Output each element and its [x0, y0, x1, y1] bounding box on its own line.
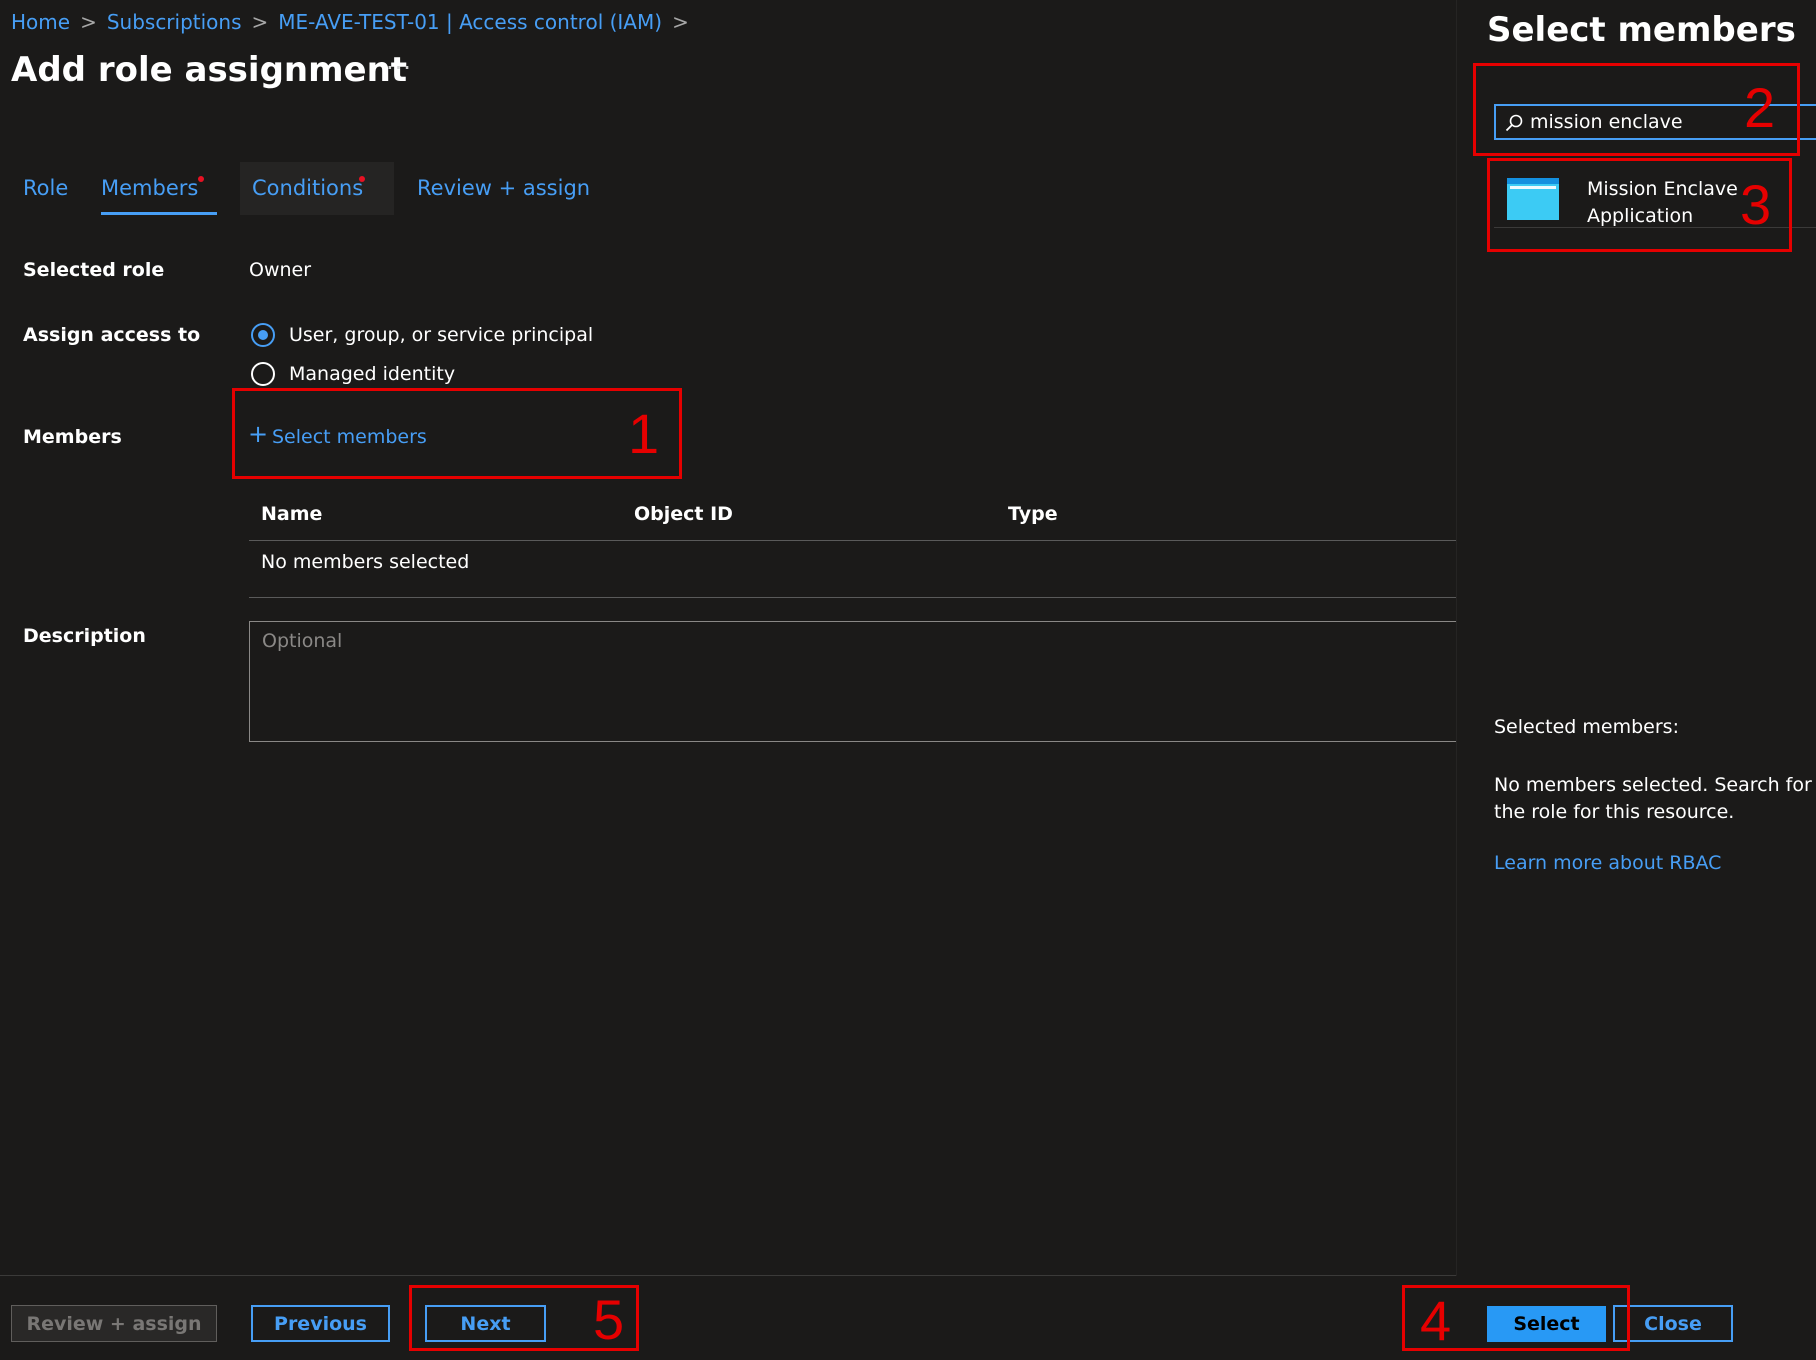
radio-user-group-sp[interactable]: [251, 323, 275, 347]
chevron-right-icon: >: [251, 10, 269, 34]
selected-role-value: Owner: [249, 259, 312, 281]
panel-title: Select members: [1487, 10, 1796, 50]
annotation-box-1: [232, 388, 682, 479]
annotation-number-2: 2: [1744, 76, 1776, 139]
selected-members-empty-line1: No members selected. Search for and: [1494, 774, 1816, 796]
tab-selected-indicator: [101, 212, 217, 215]
page-title: Add role assignment: [11, 50, 408, 90]
column-header-type: Type: [1008, 503, 1058, 525]
close-button[interactable]: Close: [1613, 1305, 1733, 1342]
tab-review-assign[interactable]: Review + assign: [417, 176, 590, 200]
tab-conditions[interactable]: Conditions: [252, 176, 363, 200]
table-bottom-divider: [249, 597, 1456, 598]
chevron-right-icon: >: [80, 10, 97, 34]
selected-members-empty: No members selected. Search for and the …: [1494, 772, 1816, 826]
breadcrumb-iam[interactable]: ME-AVE-TEST-01 | Access control (IAM): [278, 10, 662, 34]
more-options-icon[interactable]: ···: [386, 54, 412, 82]
tab-members[interactable]: Members: [101, 176, 198, 200]
radio-label-user-group-sp[interactable]: User, group, or service principal: [289, 324, 593, 346]
annotation-number-5: 5: [593, 1288, 625, 1351]
annotation-number-4: 4: [1420, 1289, 1452, 1352]
table-header-divider: [249, 540, 1456, 541]
breadcrumb: Home > Subscriptions > ME-AVE-TEST-01 | …: [11, 8, 699, 36]
chevron-right-icon: >: [672, 10, 689, 34]
column-header-object-id: Object ID: [634, 503, 733, 525]
radio-managed-identity[interactable]: [251, 362, 275, 386]
column-header-name: Name: [261, 503, 323, 525]
learn-more-rbac-link[interactable]: Learn more about RBAC: [1494, 852, 1721, 874]
assign-access-label: Assign access to: [23, 324, 201, 346]
required-dot: [198, 176, 204, 182]
radio-label-managed-identity[interactable]: Managed identity: [289, 363, 455, 385]
description-label: Description: [23, 625, 146, 647]
previous-button[interactable]: Previous: [251, 1305, 390, 1342]
members-label: Members: [23, 426, 122, 448]
table-empty-text: No members selected: [261, 551, 470, 573]
selected-members-empty-line2: the role for this resource.: [1494, 801, 1735, 823]
breadcrumb-home[interactable]: Home: [11, 10, 70, 34]
breadcrumb-subscriptions[interactable]: Subscriptions: [107, 10, 242, 34]
description-textarea[interactable]: Optional: [249, 621, 1463, 742]
annotation-number-3: 3: [1740, 173, 1772, 236]
selected-role-label: Selected role: [23, 259, 165, 281]
annotation-number-1: 1: [628, 402, 660, 465]
required-dot: [359, 176, 365, 182]
selected-members-label: Selected members:: [1494, 716, 1679, 738]
review-assign-button[interactable]: Review + assign: [11, 1305, 217, 1342]
tab-role[interactable]: Role: [23, 176, 68, 200]
